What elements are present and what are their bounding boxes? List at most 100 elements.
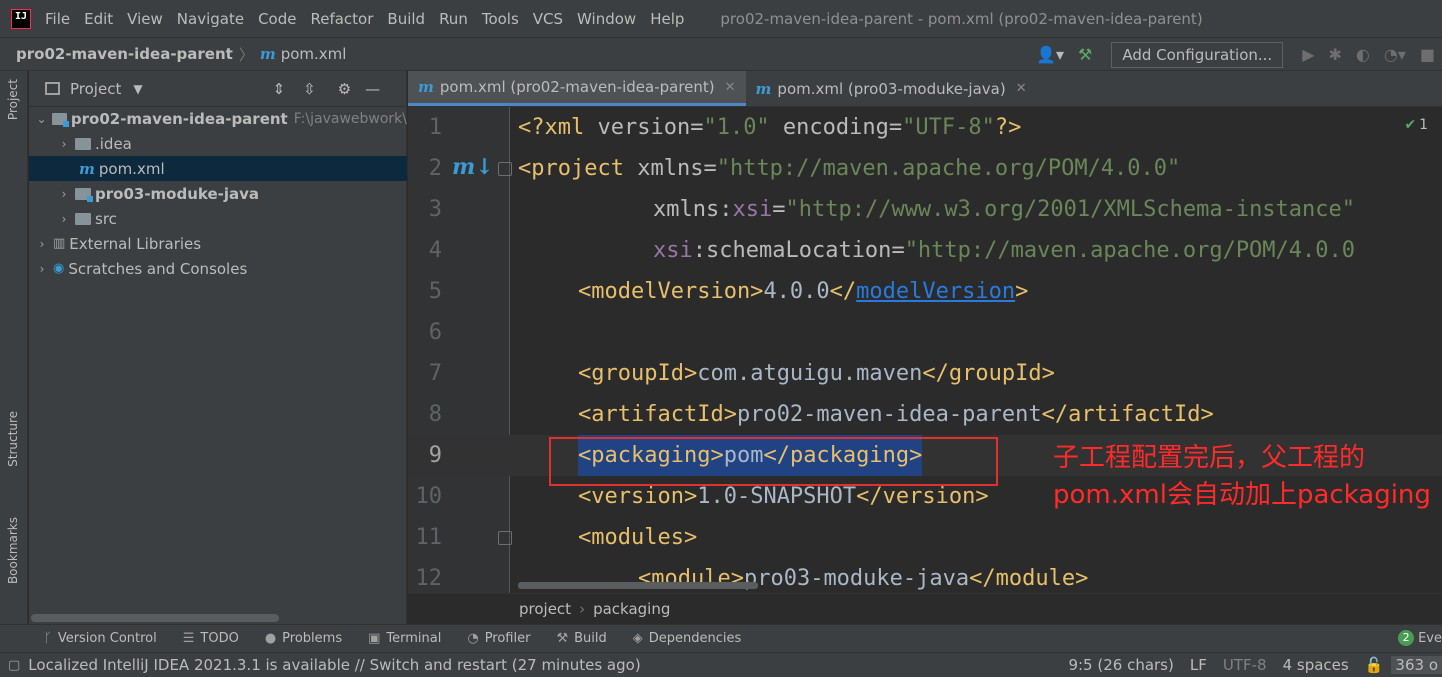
chevron-right-icon: › bbox=[579, 600, 586, 618]
tool-tab-dependencies[interactable]: ◈ Dependencies bbox=[633, 631, 742, 646]
editor-horizontal-scrollbar[interactable] bbox=[518, 582, 758, 589]
menu-edit[interactable]: Edit bbox=[84, 10, 113, 28]
lock-icon[interactable]: 🔓 bbox=[1365, 656, 1384, 674]
left-tool-strip: Project Structure Bookmarks bbox=[0, 71, 28, 624]
tree-item-module[interactable]: › pro03-moduke-java bbox=[29, 181, 407, 206]
memory-indicator[interactable]: 363 o bbox=[1391, 656, 1442, 674]
code-line: 2 m↓ <project xmlns="http://maven.apache… bbox=[408, 148, 1442, 189]
menu-help[interactable]: Help bbox=[650, 10, 684, 28]
run-icon[interactable]: ▶ bbox=[1302, 45, 1314, 64]
close-icon[interactable]: ✕ bbox=[725, 80, 736, 95]
build-hammer-icon: ⚒ bbox=[556, 631, 569, 646]
project-tool-tab[interactable]: Project bbox=[6, 79, 20, 120]
user-icon[interactable]: 👤▾ bbox=[1036, 45, 1064, 64]
maven-gutter-icon[interactable]: m↓ bbox=[452, 154, 494, 180]
tree-item-label: src bbox=[95, 209, 117, 228]
code-line: 1 <?xml version="1.0" encoding="UTF-8"?> bbox=[408, 107, 1442, 148]
coverage-icon[interactable]: ◐ bbox=[1356, 45, 1370, 64]
tool-tab-profiler[interactable]: ◔ Profiler bbox=[467, 631, 530, 646]
code-text: <?xml version="1.0" encoding="UTF-8"?> bbox=[518, 115, 1022, 140]
breadcrumb-file[interactable]: pom.xml bbox=[281, 45, 347, 63]
editor-breadcrumb: project › packaging bbox=[408, 593, 1442, 624]
project-panel-header: Project ▼ ⇕ ⇳ ⚙ — bbox=[29, 71, 406, 107]
tool-tab-version-control[interactable]: ᚴ Version Control bbox=[44, 631, 157, 646]
debug-icon[interactable]: ✱ bbox=[1329, 45, 1342, 64]
code-line: 3 xmlns:xsi="http://www.w3.org/2001/XMLS… bbox=[408, 189, 1442, 230]
editor-tabs: m pom.xml (pro02-maven-idea-parent) ✕ m … bbox=[408, 71, 1442, 107]
menu-bar: IJ File Edit View Navigate Code Refactor… bbox=[0, 0, 1442, 37]
status-square-icon[interactable]: ▢ bbox=[8, 658, 20, 673]
tree-item-label: External Libraries bbox=[69, 234, 202, 253]
tool-tab-problems[interactable]: ● Problems bbox=[265, 631, 342, 646]
collapse-all-icon[interactable]: ⇳ bbox=[303, 80, 316, 98]
chevron-right-icon[interactable]: › bbox=[57, 212, 71, 226]
bottom-tool-tabs: ᚴ Version Control ☰ TODO ● Problems ▣ Termin… bbox=[0, 624, 1442, 652]
menu-code[interactable]: Code bbox=[258, 10, 296, 28]
menu-navigate[interactable]: Navigate bbox=[177, 10, 244, 28]
menu-view[interactable]: View bbox=[127, 10, 163, 28]
build-hammer-icon[interactable]: ⚒ bbox=[1078, 45, 1092, 64]
editor-tab-module-pom[interactable]: m pom.xml (pro03-moduke-java) ✕ bbox=[746, 71, 1037, 106]
line-number: 10 bbox=[415, 484, 443, 509]
code-text: <groupId>com.atguigu.maven</groupId> bbox=[578, 361, 1055, 386]
chevron-down-icon[interactable]: ⌄ bbox=[35, 112, 48, 126]
close-icon[interactable]: ✕ bbox=[1016, 81, 1027, 96]
horizontal-scrollbar[interactable] bbox=[31, 614, 279, 622]
run-toolbar: 👤▾ ⚒ Add Configuration... ▶ ✱ ◐ ◔▾ ■ bbox=[1029, 38, 1442, 71]
tool-tab-todo[interactable]: ☰ TODO bbox=[183, 631, 239, 646]
profile-icon[interactable]: ◔▾ bbox=[1384, 45, 1406, 64]
menu-refactor[interactable]: Refactor bbox=[310, 10, 373, 28]
structure-tool-tab[interactable]: Structure bbox=[6, 411, 20, 467]
breadcrumb-item[interactable]: packaging bbox=[593, 600, 670, 618]
tree-item-idea[interactable]: › .idea bbox=[29, 131, 407, 156]
bookmarks-tool-tab[interactable]: Bookmarks bbox=[6, 517, 20, 584]
stop-icon[interactable]: ■ bbox=[1420, 45, 1435, 64]
annotation-highlight-box bbox=[549, 437, 998, 486]
indent-setting[interactable]: 4 spaces bbox=[1283, 656, 1349, 674]
gear-icon[interactable]: ⚙ bbox=[338, 80, 351, 98]
chevron-right-icon[interactable]: › bbox=[35, 262, 49, 276]
folder-icon bbox=[75, 212, 91, 225]
tool-tab-build[interactable]: ⚒ Build bbox=[556, 631, 606, 646]
terminal-icon: ▣ bbox=[368, 631, 381, 646]
chevron-right-icon[interactable]: › bbox=[35, 237, 49, 251]
editor-tab-parent-pom[interactable]: m pom.xml (pro02-maven-idea-parent) ✕ bbox=[408, 71, 746, 106]
caret-position[interactable]: 9:5 (26 chars) bbox=[1068, 656, 1173, 674]
status-message[interactable]: Localized IntelliJ IDEA 2021.3.1 is avai… bbox=[28, 656, 640, 674]
file-encoding[interactable]: UTF-8 bbox=[1223, 656, 1267, 674]
expand-all-icon[interactable]: ⇕ bbox=[273, 80, 286, 98]
window-title: pro02-maven-idea-parent - pom.xml (pro02… bbox=[720, 9, 1203, 28]
tree-item-src[interactable]: › src bbox=[29, 206, 407, 231]
add-configuration-button[interactable]: Add Configuration... bbox=[1111, 41, 1284, 68]
menu-window[interactable]: Window bbox=[577, 10, 636, 28]
tool-tab-terminal[interactable]: ▣ Terminal bbox=[368, 631, 441, 646]
menu-build[interactable]: Build bbox=[387, 10, 425, 28]
tree-item-root[interactable]: ⌄ pro02-maven-idea-parent F:\javawebwork… bbox=[29, 106, 407, 131]
fold-marker-icon[interactable] bbox=[498, 531, 512, 545]
tree-item-label: .idea bbox=[95, 134, 132, 153]
line-separator[interactable]: LF bbox=[1190, 656, 1207, 674]
tree-item-label: pom.xml bbox=[98, 159, 165, 178]
menu-run[interactable]: Run bbox=[439, 10, 468, 28]
chevron-right-icon[interactable]: › bbox=[57, 137, 71, 151]
chevron-down-icon[interactable]: ▼ bbox=[133, 82, 142, 96]
code-line: 6 bbox=[408, 312, 1442, 353]
event-log-tab[interactable]: 2 Eve bbox=[1398, 630, 1442, 646]
code-editor[interactable]: ✔ 1 1 <?xml version="1.0" encoding="UTF-8… bbox=[408, 107, 1442, 593]
tree-item-external-libraries[interactable]: › ▥ External Libraries bbox=[29, 231, 407, 256]
hide-icon[interactable]: — bbox=[365, 80, 380, 98]
folder-icon bbox=[75, 137, 91, 150]
code-text: <modules> bbox=[578, 525, 698, 550]
tree-item-scratches[interactable]: › ◉ Scratches and Consoles bbox=[29, 256, 407, 281]
menu-vcs[interactable]: VCS bbox=[533, 10, 563, 28]
editor-tab-label: pom.xml (pro02-maven-idea-parent) bbox=[439, 78, 715, 96]
chevron-right-icon[interactable]: › bbox=[57, 187, 71, 201]
fold-marker-icon[interactable] bbox=[498, 162, 512, 176]
list-icon: ☰ bbox=[182, 631, 195, 646]
breadcrumb-project[interactable]: pro02-maven-idea-parent bbox=[16, 45, 233, 63]
menu-file[interactable]: File bbox=[45, 10, 70, 28]
breadcrumb-item[interactable]: project bbox=[519, 600, 571, 618]
tree-item-pom[interactable]: m pom.xml bbox=[29, 156, 407, 181]
menu-tools[interactable]: Tools bbox=[482, 10, 519, 28]
project-panel-title[interactable]: Project bbox=[70, 80, 121, 98]
